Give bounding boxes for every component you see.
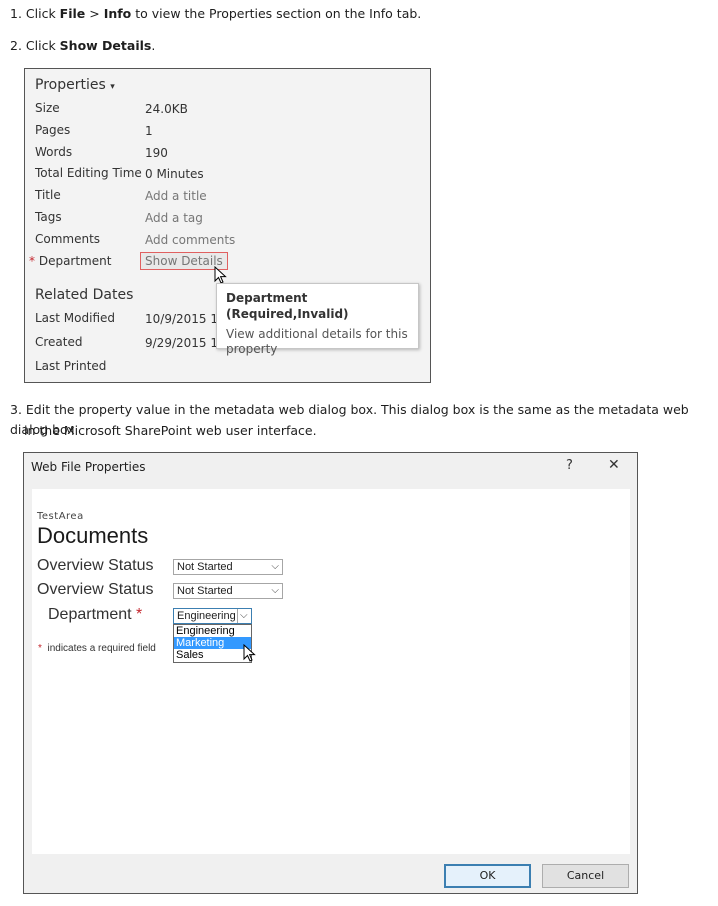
prop-label-pages: Pages xyxy=(35,123,71,137)
required-field-note: * indicates a required field xyxy=(38,643,156,654)
chevron-down-icon: ⌵ xyxy=(271,585,279,596)
site-name: TestArea xyxy=(37,511,84,522)
dropdown-option-marketing[interactable]: Marketing xyxy=(174,637,251,649)
step-2-rest: . xyxy=(151,38,156,53)
step-1-rest: to view the Properties section on the In… xyxy=(131,6,422,21)
prop-value-tags[interactable]: Add a tag xyxy=(145,211,203,225)
help-icon[interactable]: ? xyxy=(566,458,573,473)
prop-label-title: Title xyxy=(35,188,61,202)
prop-label-comments: Comments xyxy=(35,232,101,246)
step-1-info: Info xyxy=(103,6,132,21)
required-note-text: indicates a required field xyxy=(47,643,156,654)
dialog-title: Web File Properties xyxy=(31,460,146,474)
chevron-down-icon: ⌵ xyxy=(240,610,248,621)
prop-label-department-text: Department xyxy=(38,254,112,268)
tooltip-body: View additional details for this propert… xyxy=(226,327,408,356)
properties-header-label: Properties xyxy=(35,77,106,93)
step-2-bold: Show Details xyxy=(59,38,152,53)
date-label-last-modified: Last Modified xyxy=(35,311,116,325)
library-title: Documents xyxy=(37,523,149,548)
date-label-created: Created xyxy=(35,335,83,349)
department-select[interactable]: Engineering ⌵ xyxy=(173,608,252,624)
prop-label-words: Words xyxy=(35,145,73,159)
properties-header[interactable]: Properties ▾ xyxy=(35,77,115,93)
step-1-file: File xyxy=(59,6,86,21)
dropdown-option-engineering[interactable]: Engineering xyxy=(174,625,251,637)
step-2: 2. Click Show Details. xyxy=(10,36,155,56)
prop-label-editing-time: Total Editing Time xyxy=(35,166,142,180)
ok-button[interactable]: OK xyxy=(444,864,531,888)
prop-value-title[interactable]: Add a title xyxy=(145,189,207,203)
tooltip-title: Department (Required,Invalid) xyxy=(226,291,349,321)
overview-status-value-2: Not Started xyxy=(177,585,233,597)
overview-status-value-1: Not Started xyxy=(177,561,233,573)
department-dropdown-button[interactable]: ⌵ xyxy=(237,609,251,623)
required-star: * xyxy=(29,254,35,268)
date-label-last-printed: Last Printed xyxy=(35,359,107,373)
overview-status-label-1: Overview Status xyxy=(37,557,154,574)
mouse-cursor-icon xyxy=(243,644,256,662)
prop-label-department: * Department xyxy=(29,254,111,268)
step-2-prefix: 2. Click xyxy=(10,38,60,53)
step-1-prefix: 1. Click xyxy=(10,6,60,21)
step-1: 1. Click File > Info to view the Propert… xyxy=(10,4,421,24)
prop-value-pages: 1 xyxy=(145,124,153,138)
prop-value-words: 190 xyxy=(145,146,168,160)
prop-value-size: 24.0KB xyxy=(145,102,188,116)
required-star: * xyxy=(136,606,143,623)
caret-down-icon: ▾ xyxy=(110,82,115,92)
required-star: * xyxy=(38,643,42,654)
step-3-line-2: in the Microsoft SharePoint web user int… xyxy=(24,423,317,438)
prop-label-size: Size xyxy=(35,101,60,115)
overview-status-select-2[interactable]: Not Started ⌵ xyxy=(173,583,283,599)
prop-value-comments[interactable]: Add comments xyxy=(145,233,235,247)
overview-status-select-1[interactable]: Not Started ⌵ xyxy=(173,559,283,575)
department-dropdown-list: Engineering Marketing Sales xyxy=(173,624,252,663)
chevron-down-icon: ⌵ xyxy=(271,561,279,572)
prop-label-tags: Tags xyxy=(35,210,62,224)
department-label: Department * xyxy=(48,606,142,624)
cancel-button[interactable]: Cancel xyxy=(542,864,629,888)
dropdown-option-sales[interactable]: Sales xyxy=(174,649,251,661)
close-icon[interactable]: ✕ xyxy=(608,457,620,473)
overview-status-label-2: Overview Status xyxy=(37,581,154,598)
step-1-separator: > xyxy=(85,6,104,21)
prop-value-editing-time: 0 Minutes xyxy=(145,167,204,181)
department-tooltip: Department (Required,Invalid) View addit… xyxy=(216,283,419,356)
department-select-value: Engineering xyxy=(177,610,236,622)
department-label-text: Department xyxy=(48,606,132,623)
web-file-properties-dialog: Web File Properties ? ✕ TestArea Documen… xyxy=(23,452,638,894)
dialog-content: TestArea Documents Overview Status Not S… xyxy=(32,489,630,854)
related-dates-header: Related Dates xyxy=(35,287,134,303)
